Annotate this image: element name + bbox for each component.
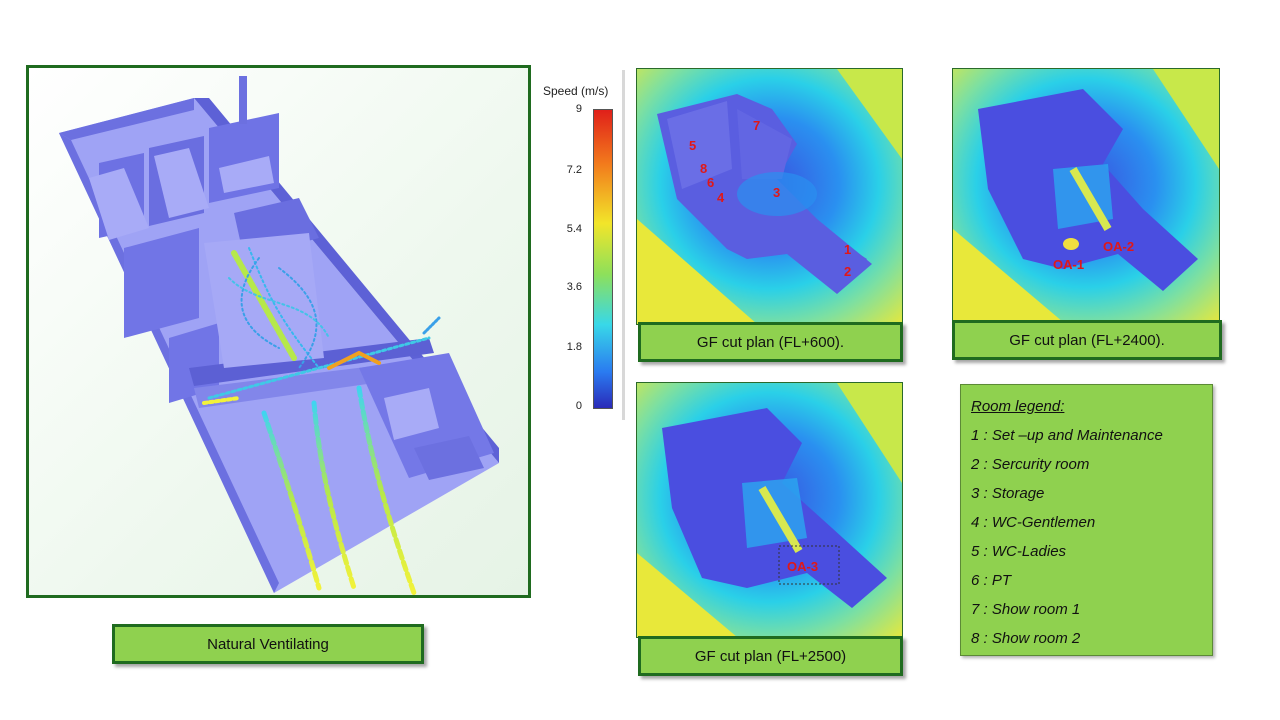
- cut-plan-fl2500-field: OA-3: [637, 383, 902, 637]
- room-number-8: 8: [700, 161, 707, 176]
- room-legend-item: 1 : Set –up and Maintenance: [971, 427, 1163, 444]
- room-legend-item: 7 : Show room 1: [971, 601, 1081, 618]
- opening-oa-1: OA-1: [1053, 257, 1084, 272]
- color-scale-bar: [593, 109, 613, 409]
- cut-plan-fl600-field: 1 2 3 4 5 6 7 8: [637, 69, 902, 324]
- room-legend-title: Room legend:: [971, 398, 1065, 415]
- opening-oa-2: OA-2: [1103, 239, 1134, 254]
- room-legend-item: 5 : WC-Ladies: [971, 543, 1067, 560]
- main-3d-view: [26, 65, 531, 598]
- room-number-4: 4: [717, 190, 725, 205]
- scale-tick-label: 0: [575, 400, 582, 412]
- room-number-5: 5: [689, 138, 696, 153]
- cut-plan-fl600-caption: GF cut plan (FL+600).: [638, 322, 903, 362]
- scale-tick-label: 7.2: [566, 164, 582, 176]
- room-legend-item: 6 : PT: [971, 572, 1012, 589]
- cut-plan-fl2500-caption-text: GF cut plan (FL+2500): [694, 647, 847, 665]
- main-view-caption: Natural Ventilating: [112, 624, 424, 664]
- room-number-3: 3: [773, 185, 780, 200]
- cut-plan-fl2500-caption: GF cut plan (FL+2500): [638, 636, 903, 676]
- cut-plan-fl600-caption-text: GF cut plan (FL+600).: [696, 333, 845, 351]
- room-number-6: 6: [707, 175, 714, 190]
- room-legend-item: 3 : Storage: [971, 485, 1045, 502]
- room-number-7: 7: [753, 118, 760, 133]
- cut-plan-fl2400-caption-text: GF cut plan (FL+2400).: [1009, 331, 1165, 349]
- scale-tick-label: 1.8: [566, 341, 582, 353]
- cut-plan-fl600: 1 2 3 4 5 6 7 8: [636, 68, 903, 325]
- room-legend: Room legend: 1 : Set –up and Maintenance…: [960, 384, 1213, 656]
- scale-tick-label: 9: [575, 103, 582, 115]
- room-number-1: 1: [844, 242, 851, 257]
- opening-oa-3: OA-3: [787, 559, 818, 574]
- cut-plan-fl2400-caption: GF cut plan (FL+2400).: [952, 320, 1222, 360]
- room-number-2: 2: [844, 264, 851, 279]
- color-scale: Speed (m/s) 9 7.2 5.4 3.6 1.8 0: [538, 70, 628, 420]
- main-view-caption-text: Natural Ventilating: [207, 635, 329, 653]
- scale-tick-label: 5.4: [566, 223, 582, 235]
- room-legend-item: 2 : Sercurity room: [971, 456, 1090, 473]
- cut-plan-fl2400-field: OA-1 OA-2: [953, 69, 1219, 322]
- cut-plan-fl2400: OA-1 OA-2: [952, 68, 1220, 323]
- room-legend-item: 4 : WC-Gentlemen: [971, 514, 1096, 531]
- scale-tick-label: 3.6: [566, 281, 582, 293]
- room-legend-item: 8 : Show room 2: [971, 630, 1081, 647]
- color-scale-title: Speed (m/s): [543, 84, 609, 98]
- building-3d-model: [59, 76, 499, 596]
- cut-plan-fl2500: OA-3: [636, 382, 903, 638]
- scale-divider: [622, 70, 625, 420]
